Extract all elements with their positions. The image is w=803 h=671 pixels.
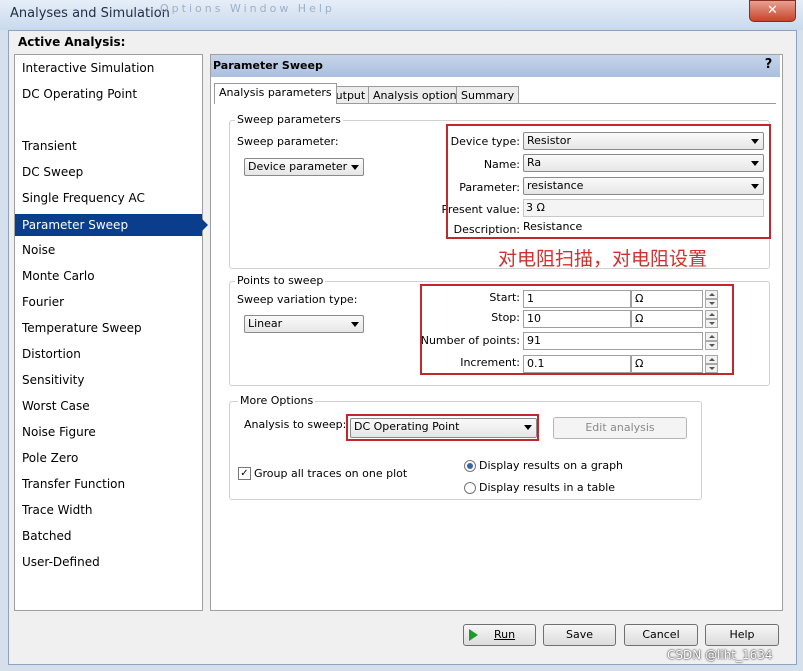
display-table-label: Display results in a table <box>479 481 616 494</box>
highlight-box-points <box>420 284 734 375</box>
analysis-item-fourier[interactable]: Fourier <box>15 291 202 313</box>
highlight-box-analysis <box>346 414 539 441</box>
analysis-item-batched[interactable]: Batched <box>15 525 202 547</box>
sweep-parameter-value: Device parameter <box>248 160 348 173</box>
chevron-down-icon <box>351 165 359 170</box>
analysis-item-sensitivity[interactable]: Sensitivity <box>15 369 202 391</box>
display-graph-label: Display results on a graph <box>479 459 624 472</box>
edit-analysis-button[interactable]: Edit analysis <box>553 417 687 439</box>
display-graph-radio[interactable] <box>464 460 476 472</box>
watermark: CSDN @liht_1634 <box>667 648 773 662</box>
group-traces-label: Group all traces on one plot <box>254 467 408 480</box>
help-button[interactable]: Help <box>705 624 779 646</box>
analysis-item-transient[interactable]: Transient <box>15 135 202 157</box>
window-title: Analyses and Simulation <box>10 6 170 21</box>
analysis-item-distortion[interactable]: Distortion <box>15 343 202 365</box>
analysis-item-trace-width[interactable]: Trace Width <box>15 499 202 521</box>
checkmark-icon: ✓ <box>240 468 249 479</box>
run-icon <box>469 629 478 641</box>
analysis-item-dc-sweep[interactable]: DC Sweep <box>15 161 202 183</box>
save-button[interactable]: Save <box>543 624 616 646</box>
analysis-item-pole-zero[interactable]: Pole Zero <box>15 447 202 469</box>
more-options-legend: More Options <box>238 394 316 407</box>
panel-title: Parameter Sweep <box>213 59 323 72</box>
help-icon[interactable]: ? <box>761 57 776 73</box>
cancel-button[interactable]: Cancel <box>624 624 698 646</box>
tab-analysis-parameters[interactable]: Analysis parameters <box>214 83 337 104</box>
analysis-to-sweep-label: Analysis to sweep: <box>244 418 347 431</box>
sweep-parameter-label: Sweep parameter: <box>237 135 339 148</box>
run-button[interactable]: Run <box>463 624 536 646</box>
analysis-item-interactive-simulation[interactable]: Interactive Simulation <box>15 57 202 79</box>
analysis-item-monte-carlo[interactable]: Monte Carlo <box>15 265 202 287</box>
analysis-item-temperature-sweep[interactable]: Temperature Sweep <box>15 317 202 339</box>
sweep-variation-label: Sweep variation type: <box>237 293 358 306</box>
sweep-variation-dropdown[interactable]: Linear <box>244 315 364 333</box>
analysis-item-parameter-sweep[interactable]: Parameter Sweep <box>15 214 208 236</box>
background-menu-ghost: Options Window Help <box>160 2 335 15</box>
points-to-sweep-legend: Points to sweep <box>235 274 326 287</box>
analysis-item-worst-case[interactable]: Worst Case <box>15 395 202 417</box>
active-analysis-label: Active Analysis: <box>18 35 126 49</box>
analysis-item-noise[interactable]: Noise <box>15 239 202 261</box>
close-button[interactable]: ✕ <box>749 0 796 22</box>
chevron-down-icon <box>351 322 359 327</box>
analysis-item-noise-figure[interactable]: Noise Figure <box>15 421 202 443</box>
sweep-variation-value: Linear <box>248 317 283 330</box>
tab-summary[interactable]: Summary <box>456 86 520 104</box>
analysis-item-dc-operating-point[interactable]: DC Operating Point <box>15 83 202 105</box>
sweep-parameters-legend: Sweep parameters <box>235 113 343 126</box>
annotation-text: 对电阻扫描，对电阻设置 <box>498 248 708 270</box>
tab-analysis-options[interactable]: Analysis options <box>368 86 468 104</box>
highlight-box-device <box>446 124 771 239</box>
analysis-item-transfer-function[interactable]: Transfer Function <box>15 473 202 495</box>
display-table-radio[interactable] <box>464 482 476 494</box>
run-label: Run <box>493 628 516 641</box>
analysis-item-single-frequency-ac[interactable]: Single Frequency AC <box>15 187 202 209</box>
sweep-parameter-dropdown[interactable]: Device parameter <box>244 158 364 176</box>
analysis-list[interactable]: Interactive Simulation DC Operating Point… <box>14 54 208 611</box>
group-traces-checkbox[interactable]: ✓ <box>238 467 251 480</box>
analysis-item-user-defined[interactable]: User-Defined <box>15 551 202 573</box>
